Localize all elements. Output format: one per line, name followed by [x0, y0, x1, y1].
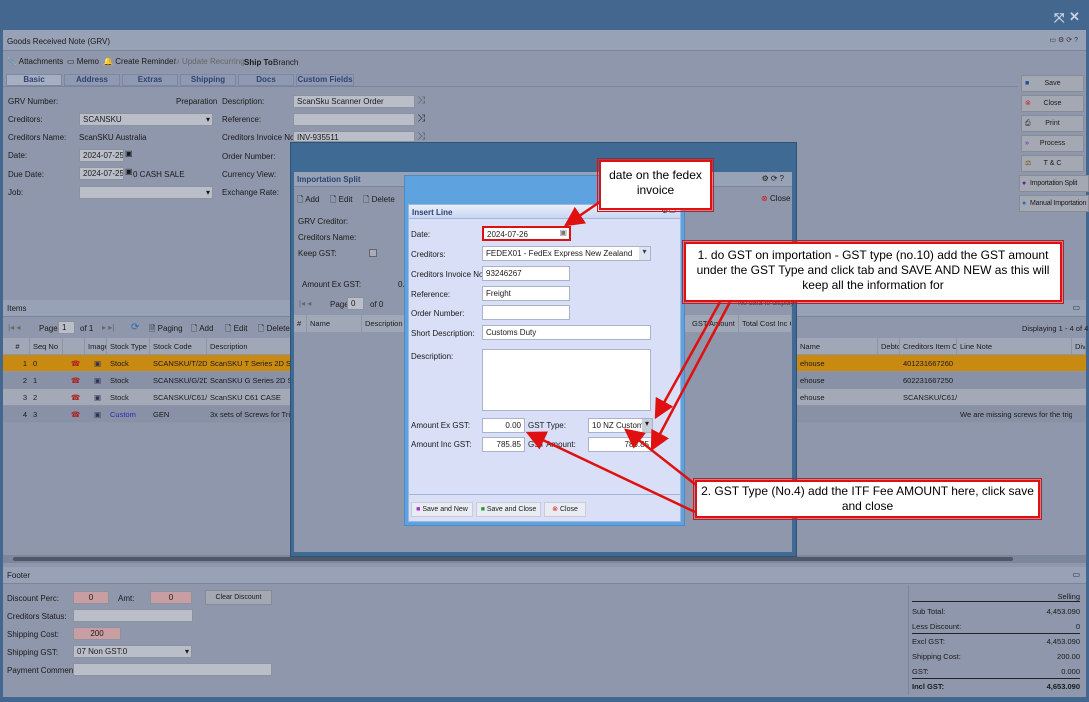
- annotation-date-note: date on the fedex invoice: [597, 158, 714, 212]
- arrow-gst-type-2: [624, 428, 706, 493]
- arrow-gst-amount: [650, 301, 732, 452]
- annotation-note-1: 1. do GST on importation - GST type (no.…: [682, 240, 1064, 304]
- annotation-note-2: 2. GST Type (No.4) add the ITF Fee AMOUN…: [693, 478, 1042, 520]
- annotation-arrows: [525, 193, 732, 514]
- arrow-amount-ex: [525, 431, 696, 514]
- arrow-gst-type: [654, 301, 722, 420]
